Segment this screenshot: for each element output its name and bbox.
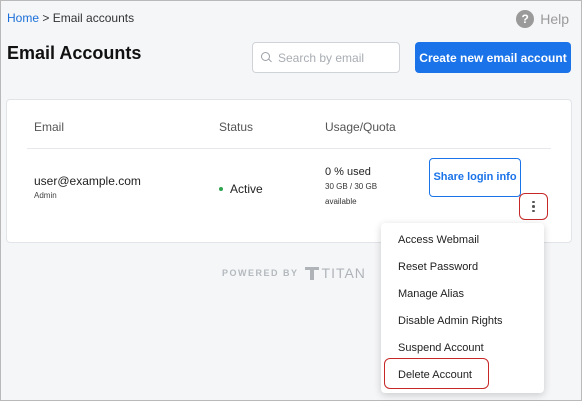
search-input[interactable] <box>278 50 396 65</box>
row-actions-menu: Access Webmail Reset Password Manage Ali… <box>381 223 544 393</box>
column-header-usage: Usage/Quota <box>325 120 396 134</box>
status-label: Active <box>230 182 263 196</box>
more-vertical-icon <box>532 200 535 213</box>
titan-brand: TITAN <box>321 265 366 281</box>
titan-logo: TITAN <box>304 265 366 281</box>
row-actions-button[interactable] <box>519 193 548 220</box>
search-icon <box>261 52 272 63</box>
menu-item-manage-alias[interactable]: Manage Alias <box>398 287 464 301</box>
share-login-info-button[interactable]: Share login info <box>429 158 521 197</box>
create-email-account-button[interactable]: Create new email account <box>415 42 571 73</box>
account-role: Admin <box>34 191 57 200</box>
powered-by-footer: POWERED BY TITAN <box>222 265 366 281</box>
page-title: Email Accounts <box>7 43 142 63</box>
accounts-table-card: Email Status Usage/Quota user@example.co… <box>6 99 572 243</box>
usage-quota: 30 GB / 30 GB <box>325 182 378 191</box>
search-box[interactable] <box>252 42 400 73</box>
app-frame: Home > Email accounts ? Help Email Accou… <box>0 0 582 401</box>
column-header-email: Email <box>34 120 65 134</box>
account-email: user@example.com <box>34 174 141 188</box>
breadcrumb-separator: > <box>42 11 50 25</box>
menu-item-access-webmail[interactable]: Access Webmail <box>398 233 479 247</box>
menu-item-reset-password[interactable]: Reset Password <box>398 260 478 274</box>
powered-by-label: POWERED BY <box>222 268 299 278</box>
menu-item-delete-account[interactable]: Delete Account <box>398 368 472 382</box>
menu-item-suspend-account[interactable]: Suspend Account <box>398 341 484 355</box>
column-header-status: Status <box>219 120 254 134</box>
titan-logo-icon <box>304 266 319 280</box>
help-circle-icon: ? <box>516 10 535 28</box>
status-badge: Active <box>219 182 263 196</box>
breadcrumb-home-link[interactable]: Home <box>7 11 39 25</box>
help-link[interactable]: ? Help <box>516 10 569 28</box>
menu-item-disable-admin-rights[interactable]: Disable Admin Rights <box>398 314 503 328</box>
usage-available: available <box>325 197 357 206</box>
breadcrumb: Home > Email accounts <box>7 11 134 25</box>
breadcrumb-current: Email accounts <box>52 11 135 25</box>
usage-percent: 0 % used <box>325 166 371 178</box>
header-divider <box>27 148 551 149</box>
status-dot-icon <box>219 187 223 191</box>
help-label: Help <box>540 11 569 27</box>
